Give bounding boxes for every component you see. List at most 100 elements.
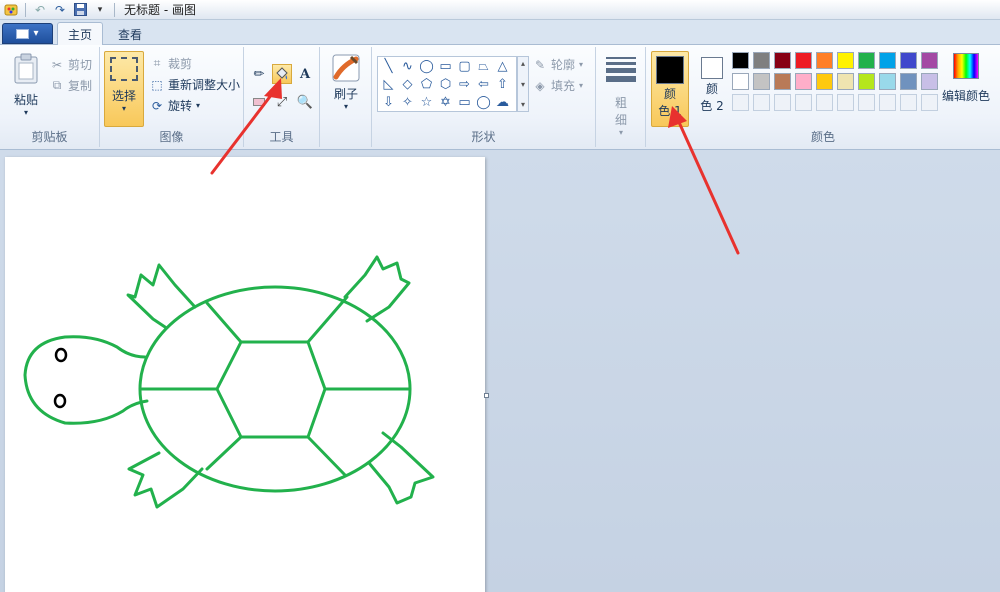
- scissors-icon: ✂: [51, 57, 63, 72]
- custom-color-slot[interactable]: [858, 94, 875, 111]
- palette-color-swatch[interactable]: [837, 73, 854, 90]
- arrow-down-shape[interactable]: ⇩: [380, 94, 397, 111]
- color1-label-bottom: 色 1: [658, 104, 682, 118]
- palette-color-swatch[interactable]: [732, 73, 749, 90]
- oval-callout-shape[interactable]: ◯: [475, 94, 492, 111]
- chevron-down-icon: ▾: [33, 28, 39, 39]
- shapes-gallery: ╲ ∿ ◯ ▭ ▢ ⏢ △ ◺ ◇ ⬠ ⬡ ⇨ ⇦ ⇧ ⇩ ✧ ☆ ✡ ▭ ◯ …: [377, 56, 517, 112]
- four-point-star-shape[interactable]: ✧: [399, 94, 416, 111]
- custom-color-slot[interactable]: [774, 94, 791, 111]
- palette-color-swatch[interactable]: [795, 73, 812, 90]
- curve-shape[interactable]: ∿: [399, 58, 416, 75]
- chevron-up-icon[interactable]: ▴: [521, 59, 525, 68]
- palette-color-swatch[interactable]: [879, 52, 896, 69]
- right-triangle-shape[interactable]: ◺: [380, 76, 397, 93]
- select-button[interactable]: 选择 ▾: [104, 51, 144, 127]
- pentagon-shape[interactable]: ⬠: [418, 76, 435, 93]
- fill-tool[interactable]: [272, 64, 292, 84]
- drawing-canvas[interactable]: [5, 157, 485, 592]
- custom-color-slot[interactable]: [732, 94, 749, 111]
- pencil-tool[interactable]: ✏: [249, 64, 269, 84]
- size-button[interactable]: 粗 细 ▾: [602, 53, 640, 137]
- file-menu-button[interactable]: ▾: [2, 23, 53, 44]
- palette-color-swatch[interactable]: [900, 73, 917, 90]
- line-shape[interactable]: ╲: [380, 58, 397, 75]
- arrow-up-shape[interactable]: ⇧: [494, 76, 511, 93]
- cut-button[interactable]: ✂ 剪切: [50, 56, 92, 73]
- palette-color-swatch[interactable]: [858, 52, 875, 69]
- palette-color-swatch[interactable]: [753, 52, 770, 69]
- save-icon[interactable]: [71, 1, 89, 19]
- magnifier-tool[interactable]: 🔍: [295, 92, 315, 112]
- tab-view[interactable]: 查看: [108, 22, 152, 46]
- palette-color-swatch[interactable]: [879, 73, 896, 90]
- expand-icon[interactable]: ▾: [521, 100, 525, 109]
- rounded-rectangle-shape[interactable]: ▢: [456, 58, 473, 75]
- separator: [25, 2, 26, 17]
- polygon-shape[interactable]: ⏢: [475, 58, 492, 75]
- copy-button[interactable]: ⧉ 复制: [50, 77, 92, 94]
- arrow-right-shape[interactable]: ⇨: [456, 76, 473, 93]
- custom-color-slot[interactable]: [900, 94, 917, 111]
- resize-icon: ⬚: [151, 77, 163, 92]
- resize-button[interactable]: ⬚ 重新调整大小: [150, 76, 240, 93]
- color1-button[interactable]: 颜 色 1: [651, 51, 689, 127]
- outline-label: 轮廓: [551, 58, 576, 72]
- palette-color-swatch[interactable]: [858, 73, 875, 90]
- paste-button[interactable]: 粘贴 ▾: [8, 53, 44, 117]
- custom-color-slot[interactable]: [795, 94, 812, 111]
- palette-color-swatch[interactable]: [774, 73, 791, 90]
- palette-color-swatch[interactable]: [795, 52, 812, 69]
- ribbon: 粘贴 ▾ ✂ 剪切 ⧉ 复制 剪贴板 选择 ▾ ⌗ 裁剪 ⬚ 重新调整大小 ⟳ …: [0, 45, 1000, 150]
- outline-button[interactable]: ✎ 轮廓 ▾: [533, 56, 583, 73]
- rounded-callout-shape[interactable]: ▭: [456, 94, 473, 111]
- chevron-down-icon: ▾: [579, 60, 584, 69]
- tab-home[interactable]: 主页: [57, 22, 104, 46]
- custom-color-slot[interactable]: [837, 94, 854, 111]
- chevron-down-icon: ▾: [618, 128, 623, 137]
- text-tool[interactable]: A: [295, 64, 315, 84]
- fill-button[interactable]: ◈ 填充 ▾: [533, 77, 583, 94]
- six-point-star-shape[interactable]: ✡: [437, 94, 454, 111]
- oval-shape[interactable]: ◯: [418, 58, 435, 75]
- diamond-shape[interactable]: ◇: [399, 76, 416, 93]
- palette-color-swatch[interactable]: [837, 52, 854, 69]
- group-label: 剪贴板: [31, 130, 68, 144]
- color-picker-tool[interactable]: ⤢: [272, 92, 292, 112]
- palette-color-swatch[interactable]: [921, 52, 938, 69]
- eraser-tool[interactable]: [249, 92, 269, 112]
- app-icon[interactable]: [2, 1, 20, 19]
- custom-color-slot[interactable]: [879, 94, 896, 111]
- brushes-group: 刷子 ▾: [320, 47, 372, 147]
- rectangle-shape[interactable]: ▭: [437, 58, 454, 75]
- custom-color-slot[interactable]: [921, 94, 938, 111]
- palette-color-swatch[interactable]: [774, 52, 791, 69]
- redo-icon[interactable]: ↷: [51, 1, 69, 19]
- image-group: 选择 ▾ ⌗ 裁剪 ⬚ 重新调整大小 ⟳ 旋转 ▾ 图像: [100, 47, 244, 147]
- brushes-button[interactable]: 刷子 ▾: [328, 53, 364, 111]
- clipboard-icon: [14, 53, 38, 84]
- crop-button[interactable]: ⌗ 裁剪: [150, 55, 192, 72]
- palette-color-swatch[interactable]: [816, 52, 833, 69]
- hexagon-shape[interactable]: ⬡: [437, 76, 454, 93]
- five-point-star-shape[interactable]: ☆: [418, 94, 435, 111]
- arrow-left-shape[interactable]: ⇦: [475, 76, 492, 93]
- group-label: 工具: [269, 130, 294, 144]
- palette-color-swatch[interactable]: [753, 73, 770, 90]
- chevron-down-icon[interactable]: ▾: [521, 80, 525, 89]
- undo-icon[interactable]: ↶: [31, 1, 49, 19]
- custom-color-slot[interactable]: [753, 94, 770, 111]
- custom-color-slot[interactable]: [816, 94, 833, 111]
- customize-dropdown-icon[interactable]: ▾: [91, 1, 109, 19]
- edit-colors-button[interactable]: 编辑颜色: [942, 53, 990, 104]
- palette-color-swatch[interactable]: [921, 73, 938, 90]
- shapes-scroll[interactable]: ▴ ▾ ▾: [517, 56, 529, 112]
- palette-color-swatch[interactable]: [900, 52, 917, 69]
- palette-color-swatch[interactable]: [816, 73, 833, 90]
- rotate-button[interactable]: ⟳ 旋转 ▾: [150, 97, 200, 114]
- cloud-callout-shape[interactable]: ☁: [494, 94, 511, 111]
- palette-color-swatch[interactable]: [732, 52, 749, 69]
- triangle-shape[interactable]: △: [494, 58, 511, 75]
- color2-button[interactable]: 颜 色 2: [693, 53, 731, 127]
- canvas-resize-handle[interactable]: [484, 393, 489, 398]
